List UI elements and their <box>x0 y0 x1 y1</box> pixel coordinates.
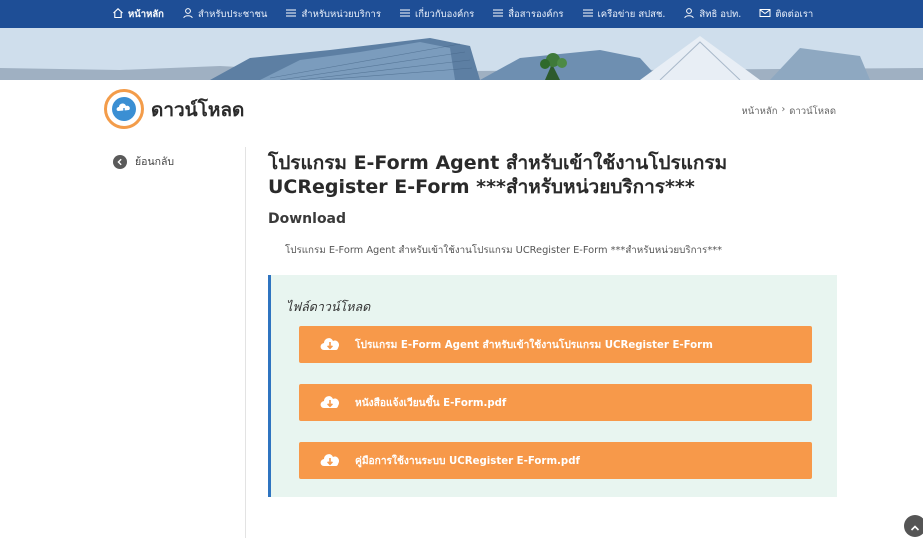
cloud-download-icon <box>112 97 136 121</box>
page-title: ดาวน์โหลด <box>151 99 245 121</box>
nav-item-service-units[interactable]: สำหรับหน่วยบริการ <box>285 7 381 22</box>
chevron-left-icon <box>113 154 127 169</box>
list-icon <box>285 7 297 22</box>
document-description: โปรแกรม E-Form Agent สำหรับเข้าใช้งานโปร… <box>285 245 723 256</box>
breadcrumb-separator: › <box>781 104 786 115</box>
nav-item-label: สื่อสารองค์กร <box>508 8 564 20</box>
file-label: หนังสือแจ้งเวียนขึ้น E-Form.pdf <box>355 397 507 409</box>
files-panel: ไฟล์ดาวน์โหลด โปรแกรม E-Form Agent สำหรั… <box>268 275 837 497</box>
nav-item-label: สำหรับหน่วยบริการ <box>301 8 381 20</box>
nav-item-label: สิทธิ อปท. <box>699 8 742 20</box>
download-section-heading: Download <box>268 211 347 227</box>
nav-item-label: ติดต่อเรา <box>775 8 814 20</box>
header-banner-image <box>0 28 923 80</box>
nav-item-media[interactable]: สื่อสารองค์กร <box>492 7 564 22</box>
files-heading: ไฟล์ดาวน์โหลด <box>286 299 371 314</box>
content-divider <box>245 147 246 538</box>
nav-item-network[interactable]: เครือข่าย สปสช. <box>582 7 666 22</box>
person-icon <box>182 7 194 22</box>
cloud-download-icon <box>319 451 341 471</box>
file-download-button[interactable]: หนังสือแจ้งเวียนขึ้น E-Form.pdf <box>299 384 812 421</box>
back-label: ย้อนกลับ <box>135 156 175 168</box>
document-title: โปรแกรม E-Form Agent สำหรับเข้าใช้งานโปร… <box>268 152 728 198</box>
breadcrumb-current: ดาวน์โหลด <box>789 106 836 117</box>
cloud-download-icon <box>319 393 341 413</box>
top-navigation: หน้าหลัก สำหรับประชาชน สำหรับหน่วยบริการ… <box>0 0 923 28</box>
breadcrumb-home-link[interactable]: หน้าหลัก <box>742 104 778 119</box>
mail-icon <box>759 7 771 22</box>
nav-item-public[interactable]: สำหรับประชาชน <box>182 7 268 22</box>
nav-item-label: สำหรับประชาชน <box>197 8 268 20</box>
download-logo <box>104 89 144 129</box>
list-icon <box>399 7 411 22</box>
nav-item-label: เกี่ยวกับองค์กร <box>414 8 475 20</box>
back-button[interactable]: ย้อนกลับ <box>113 153 174 170</box>
nav-item-local-rights[interactable]: สิทธิ อปท. <box>683 7 741 22</box>
nav-item-label: เครือข่าย สปสช. <box>597 8 666 20</box>
nav-item-about[interactable]: เกี่ยวกับองค์กร <box>399 7 474 22</box>
home-icon <box>112 7 124 22</box>
file-download-button[interactable]: คู่มือการใช้งานระบบ UCRegister E-Form.pd… <box>299 442 812 479</box>
person-icon <box>683 7 695 22</box>
list-icon <box>492 7 504 22</box>
cloud-download-icon <box>319 335 341 355</box>
breadcrumb: หน้าหลัก › ดาวน์โหลด <box>742 104 836 119</box>
chevron-up-icon <box>910 517 920 536</box>
nav-item-contact[interactable]: ติดต่อเรา <box>759 7 813 22</box>
nav-item-home[interactable]: หน้าหลัก <box>112 7 164 22</box>
file-label: โปรแกรม E-Form Agent สำหรับเข้าใช้งานโปร… <box>355 339 713 351</box>
file-label: คู่มือการใช้งานระบบ UCRegister E-Form.pd… <box>355 455 580 467</box>
nav-item-label: หน้าหลัก <box>128 8 164 20</box>
list-icon <box>582 7 594 22</box>
scroll-to-top-button[interactable] <box>904 515 923 537</box>
file-download-button[interactable]: โปรแกรม E-Form Agent สำหรับเข้าใช้งานโปร… <box>299 326 812 363</box>
